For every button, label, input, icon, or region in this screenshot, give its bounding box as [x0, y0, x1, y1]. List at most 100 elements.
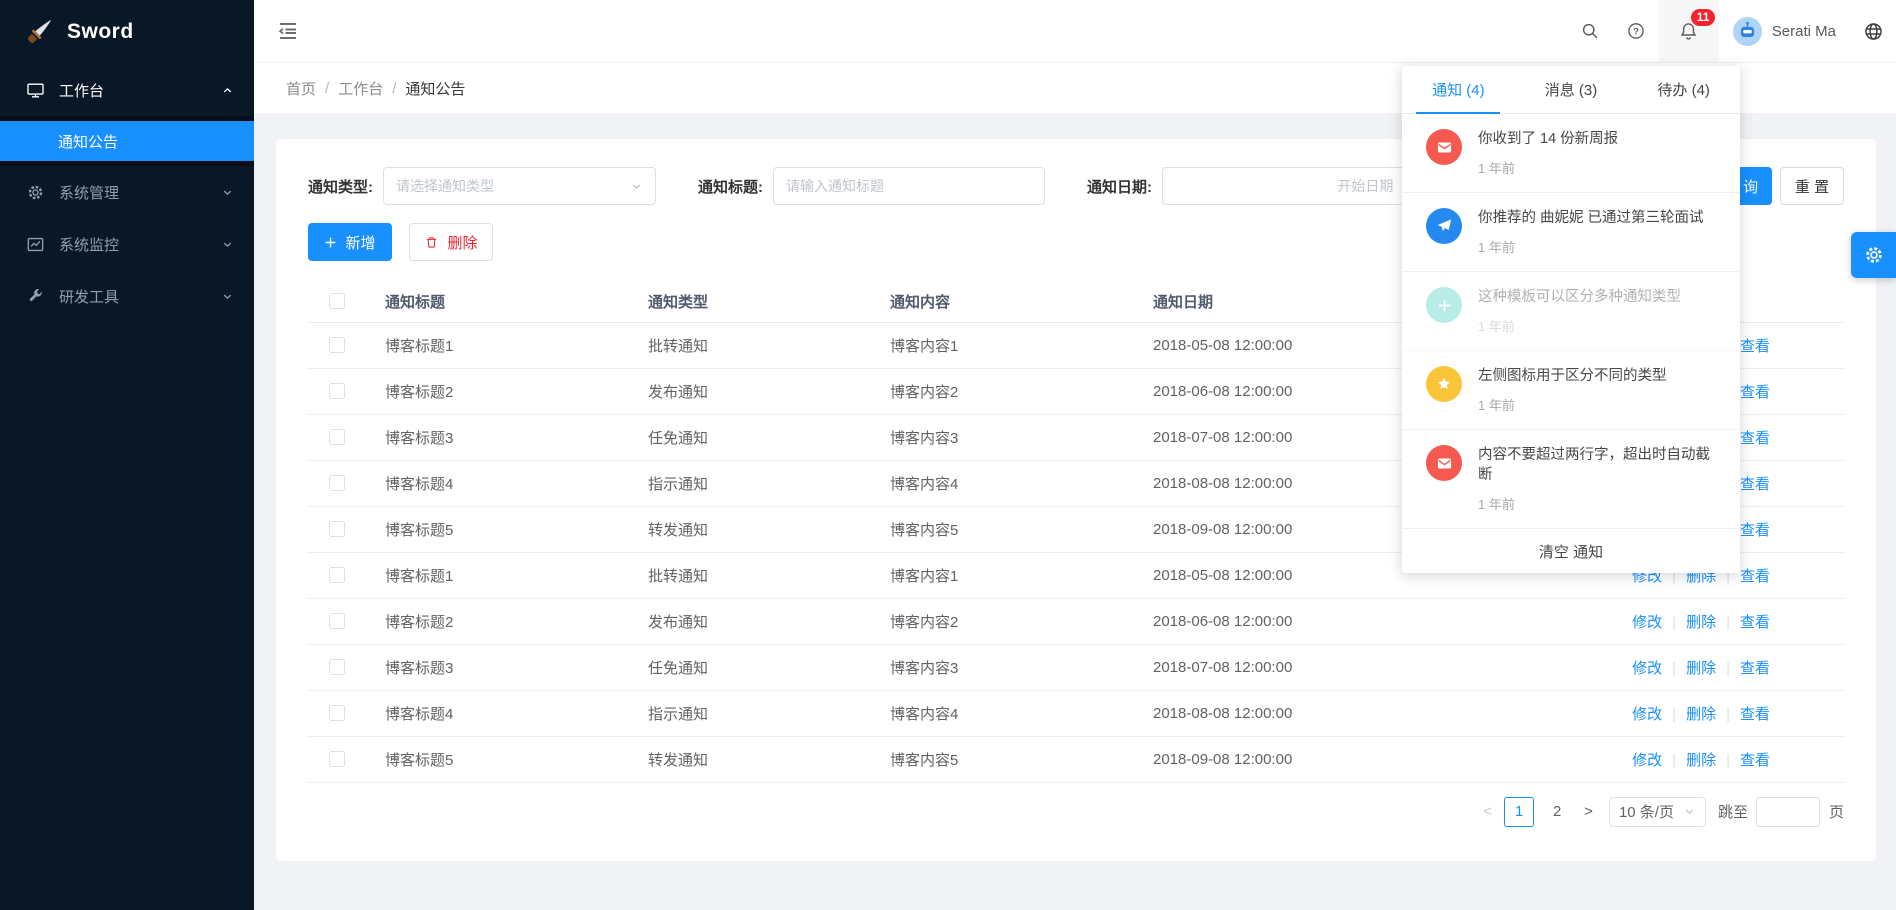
row-checkbox[interactable]	[329, 429, 345, 445]
row-checkbox[interactable]	[329, 383, 345, 399]
mail-icon	[1426, 129, 1462, 165]
view-link[interactable]: 查看	[1740, 752, 1770, 769]
delete-link[interactable]: 删除	[1686, 660, 1716, 677]
cell-content: 博客内容3	[879, 644, 1142, 690]
sidebar-item-label: 系统监控	[59, 234, 119, 255]
cell-date: 2018-08-08 12:00:00	[1142, 690, 1542, 736]
cell-type: 转发通知	[637, 506, 879, 552]
row-checkbox[interactable]	[329, 337, 345, 353]
edit-link[interactable]: 修改	[1632, 752, 1662, 769]
edit-link[interactable]: 修改	[1632, 660, 1662, 677]
reset-button[interactable]: 重 置	[1780, 167, 1844, 205]
prev-page-button[interactable]: <	[1475, 803, 1500, 820]
add-button[interactable]: 新增	[308, 223, 392, 261]
sidebar: Sword 工作台通知公告系统管理系统监控研发工具	[0, 0, 254, 910]
page-button[interactable]: 1	[1504, 797, 1534, 827]
view-link[interactable]: 查看	[1740, 568, 1770, 585]
view-link[interactable]: 查看	[1740, 384, 1770, 401]
tab-message[interactable]: 消息 (3)	[1515, 66, 1628, 113]
cell-content: 博客内容1	[879, 322, 1142, 368]
breadcrumb-item[interactable]: 工作台	[338, 78, 383, 99]
notification-body: 你推荐的 曲妮妮 已通过第三轮面试1 年前	[1478, 208, 1704, 256]
notification-title: 左侧图标用于区分不同的类型	[1478, 366, 1667, 386]
view-link[interactable]: 查看	[1740, 522, 1770, 539]
view-link[interactable]: 查看	[1740, 476, 1770, 493]
action-separator: |	[1726, 660, 1730, 677]
notice-type-placeholder: 请选择通知类型	[396, 176, 494, 196]
row-checkbox[interactable]	[329, 751, 345, 767]
breadcrumb-item: 通知公告	[405, 78, 465, 99]
notification-time: 1 年前	[1478, 395, 1667, 414]
notification-body: 你收到了 14 份新周报1 年前	[1478, 129, 1618, 177]
column-header-2: 通知内容	[879, 281, 1142, 322]
edit-link[interactable]: 修改	[1632, 614, 1662, 631]
language-button[interactable]	[1850, 0, 1896, 62]
row-select-cell	[308, 506, 374, 552]
cell-title: 博客标题3	[374, 414, 637, 460]
notifications-button[interactable]: 11	[1659, 0, 1719, 62]
view-link[interactable]: 查看	[1740, 706, 1770, 723]
jump-page-input[interactable]	[1756, 797, 1820, 827]
action-separator: |	[1672, 706, 1676, 723]
breadcrumb-item[interactable]: 首页	[286, 78, 316, 99]
search-button[interactable]	[1567, 0, 1613, 62]
view-link[interactable]: 查看	[1740, 614, 1770, 631]
row-checkbox[interactable]	[329, 521, 345, 537]
clear-notifications-button[interactable]: 清空 通知	[1402, 529, 1740, 573]
help-button[interactable]: ?	[1613, 0, 1659, 62]
tab-todo[interactable]: 待办 (4)	[1627, 66, 1740, 113]
sidebar-subitem-notice[interactable]: 通知公告	[0, 121, 254, 161]
view-link[interactable]: 查看	[1740, 430, 1770, 447]
delete-button[interactable]: 删除	[409, 223, 493, 261]
row-checkbox[interactable]	[329, 705, 345, 721]
row-checkbox[interactable]	[329, 613, 345, 629]
delete-link[interactable]: 删除	[1686, 752, 1716, 769]
theme-settings-button[interactable]	[1851, 232, 1896, 278]
tab-notice[interactable]: 通知 (4)	[1402, 66, 1515, 113]
cell-type: 指示通知	[637, 690, 879, 736]
next-page-button[interactable]: >	[1576, 803, 1601, 820]
page-button[interactable]: 2	[1542, 797, 1572, 827]
cell-type: 发布通知	[637, 598, 879, 644]
page-unit-label: 页	[1829, 801, 1844, 822]
row-checkbox[interactable]	[329, 659, 345, 675]
app-logo[interactable]: Sword	[0, 0, 254, 64]
notification-item[interactable]: 你推荐的 曲妮妮 已通过第三轮面试1 年前	[1402, 193, 1740, 272]
view-link[interactable]: 查看	[1740, 338, 1770, 355]
cell-type: 任免通知	[637, 414, 879, 460]
delete-link[interactable]: 删除	[1686, 706, 1716, 723]
user-menu[interactable]: Serati Ma	[1719, 0, 1850, 62]
row-select-cell	[308, 460, 374, 506]
wrench-icon	[26, 286, 46, 306]
collapse-sidebar-button[interactable]	[276, 19, 300, 43]
row-checkbox[interactable]	[329, 567, 345, 583]
notification-item[interactable]: 你收到了 14 份新周报1 年前	[1402, 114, 1740, 193]
notification-item[interactable]: 左侧图标用于区分不同的类型 1 年前	[1402, 351, 1740, 430]
cell-title: 博客标题3	[374, 644, 637, 690]
mail-icon	[1426, 445, 1462, 481]
cell-type: 批转通知	[637, 552, 879, 598]
edit-link[interactable]: 修改	[1632, 706, 1662, 723]
notice-title-input[interactable]	[773, 167, 1045, 205]
notification-title: 内容不要超过两行字，超出时自动截断	[1478, 445, 1716, 485]
row-select-cell	[308, 368, 374, 414]
sidebar-item-system-monitor[interactable]: 系统监控	[0, 218, 254, 270]
chevron-down-icon	[221, 290, 234, 303]
cell-content: 博客内容4	[879, 690, 1142, 736]
notification-item[interactable]: 这种模板可以区分多种通知类型1 年前	[1402, 272, 1740, 351]
delete-link[interactable]: 删除	[1686, 614, 1716, 631]
paper-plane-icon	[1426, 208, 1462, 244]
notice-type-select[interactable]: 请选择通知类型	[383, 167, 656, 205]
notification-body: 这种模板可以区分多种通知类型1 年前	[1478, 287, 1681, 335]
select-all-checkbox[interactable]	[329, 293, 345, 309]
sidebar-item-system-management[interactable]: 系统管理	[0, 166, 254, 218]
cell-title: 博客标题1	[374, 322, 637, 368]
action-separator: |	[1726, 706, 1730, 723]
view-link[interactable]: 查看	[1740, 660, 1770, 677]
page-size-select[interactable]: 10 条/页	[1609, 797, 1706, 827]
row-checkbox[interactable]	[329, 475, 345, 491]
notification-item[interactable]: 内容不要超过两行字，超出时自动截断1 年前	[1402, 430, 1740, 529]
sidebar-item-workbench[interactable]: 工作台	[0, 64, 254, 116]
pagination: <12>10 条/页跳至页	[308, 797, 1844, 827]
sidebar-item-dev-tools[interactable]: 研发工具	[0, 270, 254, 322]
